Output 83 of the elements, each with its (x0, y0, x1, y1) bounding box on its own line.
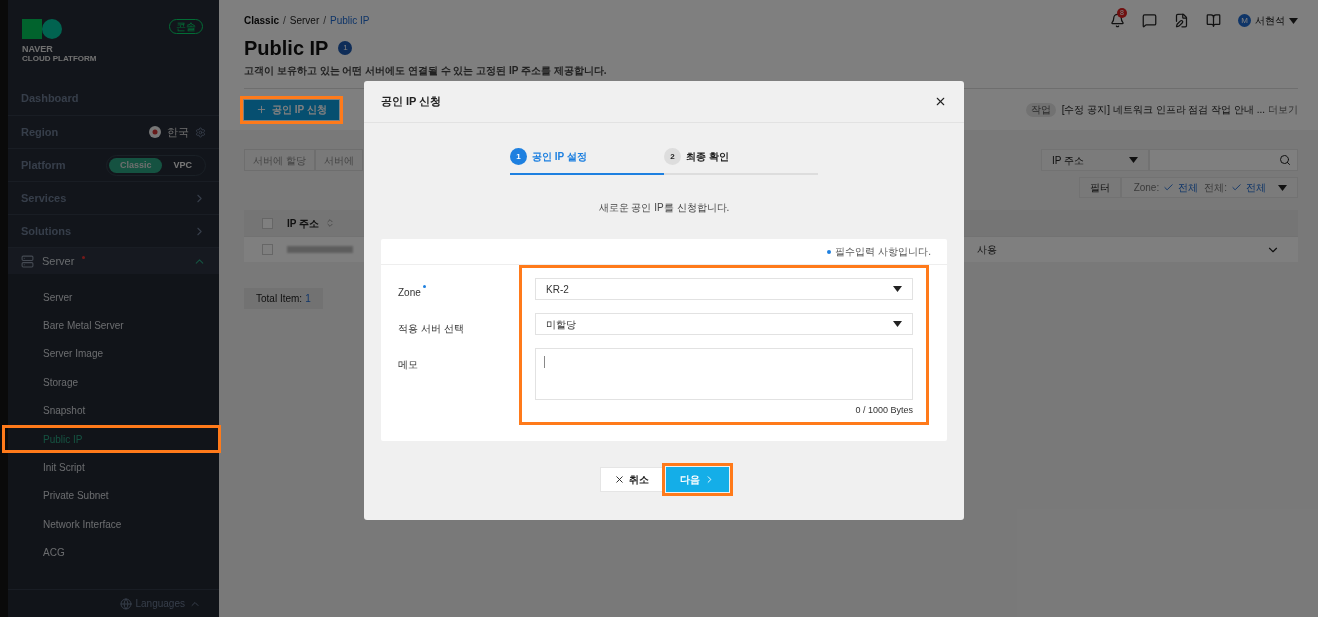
bell-icon[interactable] (1110, 13, 1125, 28)
dialog-title: 공인 IP 신청 (381, 94, 442, 110)
search-field[interactable] (1149, 149, 1298, 171)
caret-icon (1129, 157, 1138, 163)
breadcrumb-link[interactable]: Server (289, 13, 320, 28)
caret-icon (1278, 184, 1287, 191)
total-count: Total Item: 1 (244, 288, 323, 309)
close-icon (613, 473, 625, 485)
server-group-header[interactable]: Server (8, 247, 219, 274)
field-label: 메모 (398, 358, 418, 372)
search-icon[interactable] (1279, 154, 1291, 166)
select-field[interactable]: KR-2 (535, 278, 913, 300)
step-label: 공인 IP 설정 (532, 150, 587, 164)
select-value: 미할당 (546, 317, 576, 332)
select-value: IP 주소 (1052, 153, 1085, 168)
sidebar-subitem[interactable]: Server Image (43, 346, 104, 362)
globe-icon (119, 597, 132, 610)
book-icon[interactable] (1206, 13, 1221, 28)
page-description: 고객이 보유하고 있는 어떤 서버에도 연결될 수 있는 고정된 IP 주소를 제공합니다. (244, 64, 608, 78)
filter-value: 전체 (1178, 181, 1199, 195)
step-number: 2 (664, 148, 681, 165)
sidebar-subitem[interactable]: Public IP (43, 431, 83, 447)
memo-field[interactable] (535, 348, 913, 400)
sidebar-subitem[interactable]: Storage (43, 374, 79, 390)
filter-button[interactable]: 필터 (1078, 177, 1121, 198)
dialog-intro: 새로운 공인 IP를 신청합니다. (597, 201, 731, 215)
step-number: 1 (510, 148, 527, 165)
filter-name: Zone: (1133, 181, 1160, 195)
sidebar-subitem[interactable]: Network Interface (43, 516, 122, 532)
notice-tag: 작업 (1025, 102, 1056, 117)
field-label: 적용 서버 선택 (398, 322, 464, 336)
filter-summary[interactable]: Zone: 전체 전체: 전체 (1120, 177, 1298, 198)
notice-text[interactable]: [수정 공지] 네트워크 인프라 점검 작업 안내 ... (1061, 102, 1265, 117)
check-icon (1163, 182, 1175, 193)
field-label: Zone (398, 286, 421, 300)
column-header[interactable]: IP 주소 (287, 215, 320, 231)
sidebar-subitem[interactable]: Bare Metal Server (43, 318, 124, 334)
check-icon (1231, 182, 1242, 193)
sidebar-subitem[interactable]: Init Script (43, 460, 85, 476)
sidebar-subitem[interactable]: ACG (43, 545, 65, 561)
status-text: 사용 (977, 243, 998, 257)
breadcrumb-link[interactable]: Classic (244, 13, 280, 28)
sidebar-subitem[interactable]: Private Subnet (43, 488, 109, 504)
text-cursor (544, 356, 545, 368)
flag-icon (149, 126, 161, 138)
step-label: 최종 확인 (686, 150, 729, 164)
caret-icon (893, 321, 902, 327)
caret-icon (1289, 17, 1298, 24)
filter-value: 전체 (1246, 181, 1266, 195)
group-label: Server (42, 253, 75, 269)
server-icon (21, 254, 34, 268)
info-badge[interactable]: 1 (338, 41, 353, 55)
platform-option[interactable]: VPC (162, 157, 203, 173)
chat-icon[interactable] (1142, 13, 1157, 28)
logo-subtext: CLOUD PLATFORM (22, 54, 97, 64)
byte-counter: 0 / 1000 Bytes (855, 404, 913, 417)
breadcrumb-separator: / (283, 14, 286, 28)
breadcrumb-separator: / (323, 14, 327, 28)
redacted-ip (287, 246, 353, 253)
edit-icon[interactable] (1174, 13, 1189, 28)
required-note: 필수입력 사항입니다. (835, 245, 931, 259)
select-value: KR-2 (546, 282, 569, 297)
close-icon[interactable] (934, 95, 947, 108)
search-type-select[interactable]: IP 주소 (1041, 149, 1149, 171)
sidebar-subitem[interactable]: Snapshot (43, 403, 86, 419)
more-link[interactable]: 더보기 (1268, 102, 1298, 117)
caret-icon (893, 286, 902, 292)
filter-name: 전체: (1204, 181, 1227, 195)
checkbox[interactable] (262, 217, 273, 229)
checkbox[interactable] (262, 244, 273, 255)
region-value[interactable]: 한국 (167, 123, 189, 141)
logo-icon (22, 19, 62, 39)
page-title: Public IP (244, 36, 329, 61)
cancel-button[interactable]: 취소 (599, 466, 663, 492)
breadcrumb-link[interactable]: Public IP (330, 13, 370, 28)
sidebar-subitem[interactable]: Server (43, 289, 73, 305)
logo-text: NAVER (22, 44, 54, 54)
next-button[interactable]: 다음 (665, 466, 729, 492)
user-avatar[interactable]: M (1238, 14, 1251, 27)
create-ip-button[interactable]: 공인 IP 신청 (244, 99, 339, 120)
user-name[interactable]: 서현석 (1255, 13, 1285, 28)
plus-icon (256, 104, 267, 115)
select-field[interactable]: 미할당 (535, 313, 913, 335)
